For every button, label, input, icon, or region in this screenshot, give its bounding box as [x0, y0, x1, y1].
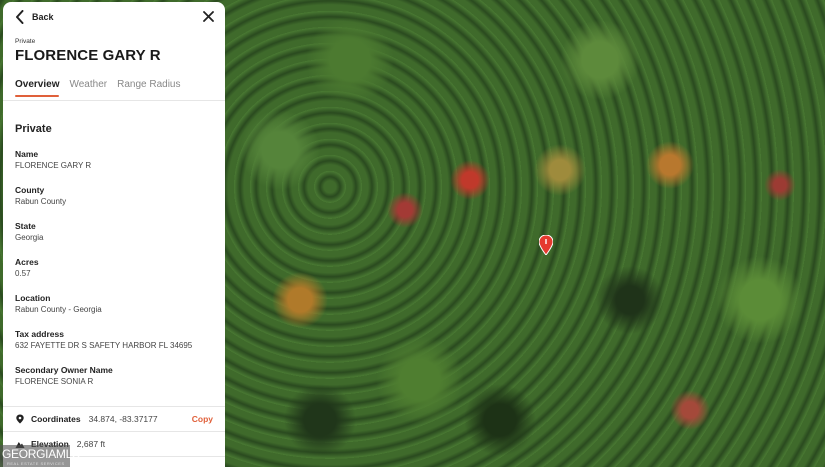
tab-bar: Overview Weather Range Radius: [15, 79, 180, 97]
field-value: Georgia: [15, 233, 44, 242]
logo-subtext: REAL ESTATE SERVICES: [7, 461, 65, 466]
field-value: Rabun County - Georgia: [15, 305, 102, 314]
field-label: State: [15, 221, 36, 231]
field-label: Tax address: [15, 329, 64, 339]
elevation-value: 2,687 ft: [76, 439, 106, 449]
field-tax-address: Tax address 632 FAYETTE DR S SAFETY HARB…: [15, 328, 192, 364]
close-icon[interactable]: [203, 11, 214, 22]
field-county: County Rabun County: [15, 184, 192, 220]
property-type-label: Private: [15, 38, 36, 45]
location-pin-icon: [16, 414, 24, 424]
field-label: Name: [15, 149, 39, 159]
field-value: FLORENCE SONIA R: [15, 377, 94, 386]
coordinates-label: Coordinates: [31, 414, 81, 424]
field-label: Location: [15, 293, 51, 303]
field-label: Acres: [15, 257, 39, 267]
copy-button[interactable]: Copy: [192, 414, 213, 424]
field-acres: Acres 0.57: [15, 256, 192, 292]
field-name: Name FLORENCE GARY R: [15, 148, 192, 184]
chevron-left-icon: [16, 10, 24, 24]
map-pin-icon[interactable]: [539, 235, 553, 255]
tab-overview[interactable]: Overview: [15, 79, 60, 97]
tab-weather[interactable]: Weather: [69, 79, 107, 96]
georgia-mls-logo: GEORGIAMLS REAL ESTATE SERVICES: [0, 445, 80, 467]
back-button[interactable]: Back: [15, 10, 54, 24]
field-secondary-owner: Secondary Owner Name FLORENCE SONIA R: [15, 364, 192, 400]
coordinates-value: 34.874, -83.37177: [88, 414, 158, 424]
tabs-divider: [3, 100, 225, 101]
field-value: FLORENCE GARY R: [15, 161, 92, 170]
section-title: Private: [15, 123, 52, 135]
property-fields: Name FLORENCE GARY R County Rabun County…: [15, 148, 192, 400]
coordinates-row: Coordinates 34.874, -83.37177 Copy: [3, 407, 225, 431]
field-label: Secondary Owner Name: [15, 365, 113, 375]
page-title: FLORENCE GARY R: [15, 47, 161, 64]
panel-topbar: Back: [3, 2, 225, 32]
property-panel: Back Private FLORENCE GARY R Overview We…: [3, 2, 225, 467]
field-label: County: [15, 185, 45, 195]
field-state: State Georgia: [15, 220, 192, 256]
tab-range-radius[interactable]: Range Radius: [117, 79, 180, 96]
logo-text: GEORGIAMLS: [2, 447, 80, 461]
back-label: Back: [32, 12, 54, 22]
field-value: Rabun County: [15, 197, 67, 206]
field-value: 632 FAYETTE DR S SAFETY HARBOR FL 34695: [15, 341, 193, 350]
field-value: 0.57: [15, 269, 31, 278]
field-location: Location Rabun County - Georgia: [15, 292, 192, 328]
